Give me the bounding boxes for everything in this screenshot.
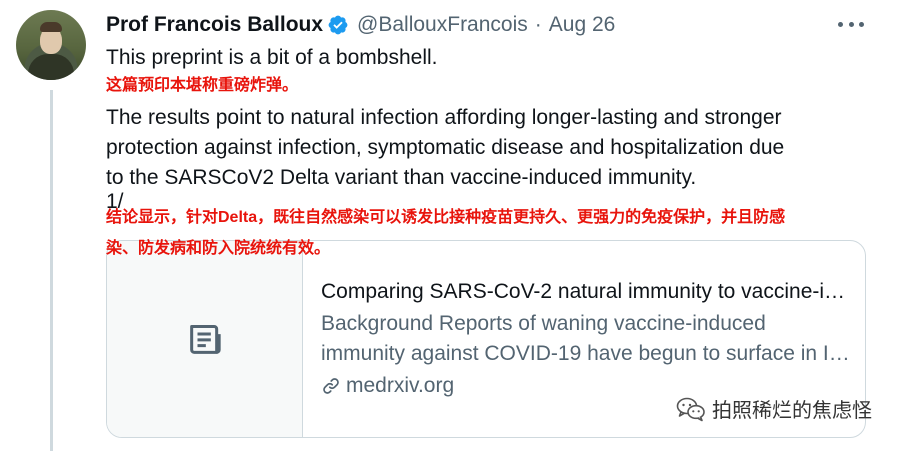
card-thumbnail bbox=[107, 241, 303, 437]
card-domain-text: medrxiv.org bbox=[346, 374, 455, 397]
avatar[interactable] bbox=[16, 10, 86, 80]
tweet-text-line: The results point to natural infection a… bbox=[106, 106, 782, 129]
tweet-text-line: to the SARSCoV2 Delta variant than vacci… bbox=[106, 166, 697, 189]
translation-line: 染、防发病和防入院统统有效。 bbox=[106, 240, 331, 257]
thread-connector-line bbox=[50, 90, 53, 451]
user-handle[interactable]: @BallouxFrancois bbox=[357, 13, 528, 37]
tweet-date[interactable]: Aug 26 bbox=[549, 13, 616, 37]
watermark: 拍照稀烂的焦虑怪 bbox=[676, 394, 872, 423]
more-dot bbox=[838, 21, 843, 27]
tweet-header: Prof Francois Balloux @BallouxFrancois ·… bbox=[106, 10, 615, 40]
more-dot bbox=[859, 21, 864, 27]
display-name[interactable]: Prof Francois Balloux bbox=[106, 13, 323, 37]
avatar-hair bbox=[40, 22, 62, 32]
more-dot bbox=[848, 21, 854, 27]
wechat-icon bbox=[676, 397, 705, 421]
translation-line: 这篇预印本堪称重磅炸弹。 bbox=[106, 77, 299, 94]
card-domain: medrxiv.org bbox=[321, 371, 454, 401]
translation-line: 结论显示，针对Delta，既往自然感染可以诱发比接种疫苗更持久、更强力的免疫保护… bbox=[106, 209, 786, 226]
article-document-icon bbox=[189, 325, 221, 354]
watermark-text: 拍照稀烂的焦虑怪 bbox=[712, 400, 872, 422]
tweet-view: Prof Francois Balloux @BallouxFrancois ·… bbox=[0, 0, 898, 451]
more-options-icon[interactable] bbox=[838, 14, 864, 34]
separator-dot: · bbox=[534, 13, 542, 36]
tweet-text-line: This preprint is a bit of a bombshell. bbox=[106, 46, 438, 69]
link-icon bbox=[323, 378, 339, 394]
tweet-text-line: protection against infection, symptomati… bbox=[106, 136, 785, 159]
card-title: Comparing SARS-CoV-2 natural immunity to… bbox=[321, 280, 851, 303]
card-description-line: Background Reports of waning vaccine-ind… bbox=[321, 312, 766, 335]
avatar-shirt bbox=[28, 54, 74, 80]
card-description-line: immunity against COVID-19 have begun to … bbox=[321, 342, 851, 365]
verified-badge-icon bbox=[328, 15, 348, 35]
